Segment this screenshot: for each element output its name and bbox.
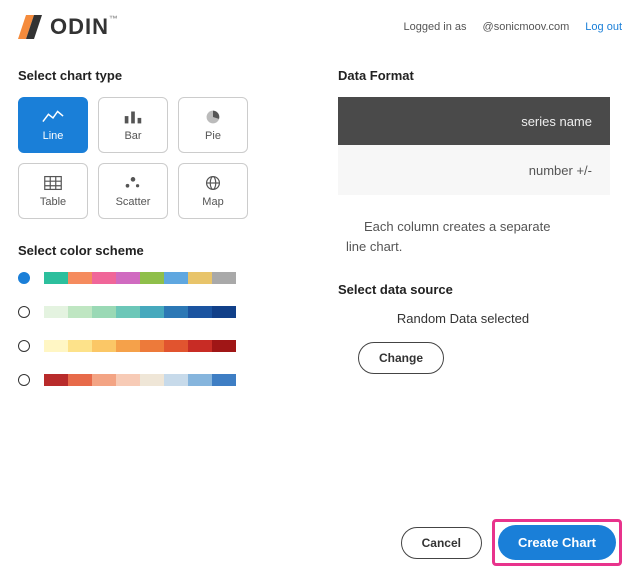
color-swatches	[44, 340, 236, 352]
create-chart-button[interactable]: Create Chart	[498, 525, 616, 560]
table-icon	[42, 174, 64, 192]
color-swatch	[68, 306, 92, 318]
line-chart-icon	[42, 108, 64, 126]
chart-type-label: Pie	[205, 130, 221, 142]
color-swatch	[164, 374, 188, 386]
color-swatch	[212, 272, 236, 284]
color-swatch	[140, 272, 164, 284]
user-bar: Logged in as @sonicmoov.com Log out	[404, 21, 622, 33]
chart-type-heading: Select chart type	[18, 68, 318, 83]
color-swatches	[44, 272, 236, 284]
radio-icon	[18, 272, 30, 284]
color-swatch	[44, 272, 68, 284]
color-swatch	[188, 374, 212, 386]
chart-type-bar[interactable]: Bar	[98, 97, 168, 153]
color-swatch	[116, 272, 140, 284]
color-swatch	[212, 340, 236, 352]
brand-logo: ODIN™	[18, 14, 119, 40]
color-scheme-option[interactable]	[18, 340, 318, 352]
trademark: ™	[109, 14, 119, 24]
color-swatch	[44, 374, 68, 386]
color-swatch	[116, 340, 140, 352]
color-swatch	[92, 272, 116, 284]
color-swatch	[188, 272, 212, 284]
color-swatch	[212, 374, 236, 386]
color-swatch	[188, 340, 212, 352]
data-source-heading: Select data source	[338, 282, 622, 297]
user-handle: @sonicmoov.com	[483, 21, 570, 33]
format-row-cell: number +/-	[338, 145, 610, 195]
chart-type-label: Map	[202, 196, 223, 208]
color-swatch	[164, 306, 188, 318]
color-swatches	[44, 306, 236, 318]
pie-chart-icon	[202, 108, 224, 126]
data-source-selected: Random Data selected	[338, 311, 588, 326]
chart-type-label: Table	[40, 196, 66, 208]
color-swatch	[68, 340, 92, 352]
scatter-icon	[122, 174, 144, 192]
color-swatch	[44, 340, 68, 352]
format-header-cell: series name	[338, 97, 610, 145]
globe-icon	[202, 174, 224, 192]
color-scheme-option[interactable]	[18, 374, 318, 386]
chart-type-label: Scatter	[116, 196, 151, 208]
change-source-button[interactable]: Change	[358, 342, 444, 374]
brand-name: ODIN	[50, 14, 109, 39]
format-description: Each column creates a separate line char…	[346, 217, 606, 256]
data-format-table: series name number +/-	[338, 97, 610, 195]
data-format-heading: Data Format	[338, 68, 622, 83]
color-swatch	[92, 374, 116, 386]
color-swatch	[92, 340, 116, 352]
color-swatch	[188, 306, 212, 318]
color-swatch	[44, 306, 68, 318]
color-swatch	[140, 306, 164, 318]
chart-type-label: Bar	[124, 130, 141, 142]
chart-type-map[interactable]: Map	[178, 163, 248, 219]
color-scheme-list	[18, 272, 318, 386]
color-swatch	[116, 306, 140, 318]
chart-type-table[interactable]: Table	[18, 163, 88, 219]
color-scheme-option[interactable]	[18, 272, 318, 284]
color-swatch	[68, 374, 92, 386]
radio-icon	[18, 306, 30, 318]
color-swatch	[140, 374, 164, 386]
color-swatch	[164, 272, 188, 284]
bar-chart-icon	[122, 108, 144, 126]
color-swatch	[164, 340, 188, 352]
logged-in-label: Logged in as	[404, 21, 467, 33]
chart-type-line[interactable]: Line	[18, 97, 88, 153]
create-highlight: Create Chart	[492, 519, 622, 566]
radio-icon	[18, 374, 30, 386]
logout-link[interactable]: Log out	[585, 21, 622, 33]
cancel-button[interactable]: Cancel	[401, 527, 482, 559]
color-swatch	[212, 306, 236, 318]
chart-type-scatter[interactable]: Scatter	[98, 163, 168, 219]
color-scheme-heading: Select color scheme	[18, 243, 318, 258]
color-swatch	[140, 340, 164, 352]
logo-mark-icon	[18, 15, 42, 39]
radio-icon	[18, 340, 30, 352]
color-swatch	[68, 272, 92, 284]
color-swatches	[44, 374, 236, 386]
color-scheme-option[interactable]	[18, 306, 318, 318]
chart-type-grid: Line Bar Pie	[18, 97, 318, 219]
chart-type-label: Line	[43, 130, 64, 142]
chart-type-pie[interactable]: Pie	[178, 97, 248, 153]
color-swatch	[92, 306, 116, 318]
color-swatch	[116, 374, 140, 386]
